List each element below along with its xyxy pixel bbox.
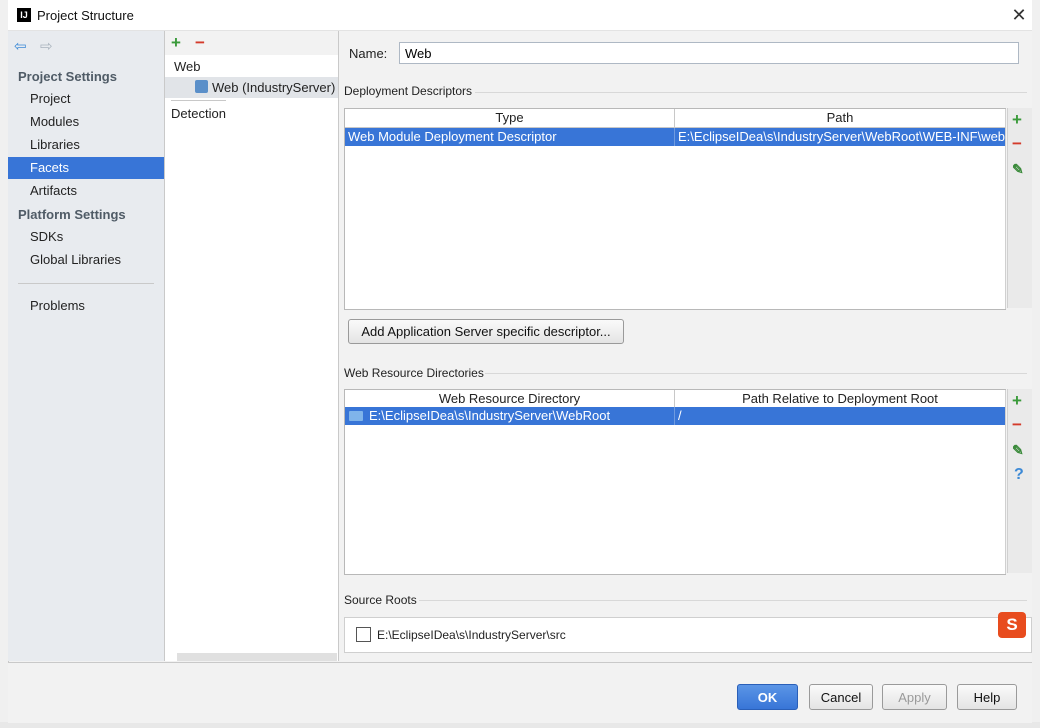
sidebar-item-problems[interactable]: Problems [8, 295, 164, 317]
back-arrow-icon[interactable]: ⇦ [14, 37, 27, 55]
descriptor-path-cell: E:\EclipseIDea\s\IndustryServer\WebRoot\… [678, 129, 1005, 144]
tree-separator [171, 100, 226, 101]
web-resource-directories-title: Web Resource Directories [344, 366, 484, 380]
source-root-path: E:\EclipseIDea\s\IndustryServer\src [377, 628, 566, 642]
window-title: Project Structure [37, 8, 134, 23]
name-input[interactable] [399, 42, 1019, 64]
tree-horizontal-scrollbar[interactable] [177, 653, 337, 661]
table-header: Type Path [345, 109, 1005, 128]
help-button[interactable]: Help [957, 684, 1017, 710]
sidebar-separator [18, 283, 154, 284]
ok-button[interactable]: OK [737, 684, 798, 710]
name-label: Name: [349, 46, 388, 61]
sidebar-item-project[interactable]: Project [8, 88, 164, 110]
column-header-relative-path[interactable]: Path Relative to Deployment Root [675, 390, 1005, 408]
tree-toolbar: + − [165, 31, 338, 55]
intellij-icon: IJ [17, 8, 31, 22]
group-divider [419, 600, 1027, 601]
resource-directory-cell: E:\EclipseIDea\s\IndustryServer\WebRoot [366, 407, 675, 425]
tree-node-web[interactable]: Web [174, 59, 201, 74]
tree-node-web-industryserver[interactable]: Web (IndustryServer) [165, 77, 338, 98]
background-app-right-edge [1032, 0, 1040, 728]
remove-descriptor-icon[interactable]: − [1012, 135, 1022, 153]
column-header-type[interactable]: Type [345, 109, 675, 127]
edit-descriptor-icon[interactable]: ✎ [1012, 160, 1024, 178]
column-header-web-resource-directory[interactable]: Web Resource Directory [345, 390, 675, 408]
web-facet-icon [195, 80, 208, 93]
source-roots-list: E:\EclipseIDea\s\IndustryServer\src [344, 617, 1032, 653]
tree-node-detection[interactable]: Detection [171, 106, 226, 121]
deployment-descriptors-table: Type Path Web Module Deployment Descript… [344, 108, 1006, 310]
title-bar: IJ Project Structure ✕ [8, 0, 1032, 31]
add-resource-directory-icon[interactable]: + [1012, 392, 1022, 410]
dialog-button-bar: OK Cancel Apply Help [8, 662, 1032, 723]
apply-button[interactable]: Apply [882, 684, 947, 710]
remove-resource-directory-icon[interactable]: − [1012, 416, 1022, 434]
project-settings-header: Project Settings [18, 69, 117, 84]
group-divider [475, 92, 1027, 93]
source-roots-title: Source Roots [344, 593, 417, 607]
add-descriptor-icon[interactable]: + [1012, 111, 1022, 129]
facet-settings-panel: Name: Deployment Descriptors Type Path W… [339, 31, 1032, 661]
descriptors-toolbar: + − ✎ [1007, 108, 1032, 308]
sidebar-item-modules[interactable]: Modules [8, 111, 164, 133]
add-facet-icon[interactable]: + [171, 34, 181, 52]
relative-path-cell: / [678, 408, 682, 423]
sidebar-item-facets[interactable]: Facets [8, 157, 164, 179]
folder-icon [349, 411, 363, 421]
source-root-checkbox[interactable] [356, 627, 371, 642]
settings-sidebar: ⇦ ⇨ Project Settings Project Modules Lib… [8, 31, 165, 661]
help-question-icon[interactable]: ? [1014, 466, 1024, 484]
sidebar-item-global-libraries[interactable]: Global Libraries [8, 249, 164, 271]
group-divider [485, 373, 1027, 374]
web-resource-directories-table: Web Resource Directory Path Relative to … [344, 389, 1006, 575]
ime-logo-icon[interactable]: S [998, 612, 1026, 638]
platform-settings-header: Platform Settings [18, 207, 126, 222]
edit-resource-directory-icon[interactable]: ✎ [1012, 441, 1024, 459]
forward-arrow-icon[interactable]: ⇨ [40, 37, 53, 55]
sidebar-item-sdks[interactable]: SDKs [8, 226, 164, 248]
sidebar-item-artifacts[interactable]: Artifacts [8, 180, 164, 202]
descriptor-type-cell: Web Module Deployment Descriptor [345, 128, 675, 146]
close-icon[interactable]: ✕ [1008, 4, 1030, 26]
table-row[interactable]: E:\EclipseIDea\s\IndustryServer\WebRoot … [345, 407, 1005, 425]
add-server-descriptor-button[interactable]: Add Application Server specific descript… [348, 319, 624, 344]
deployment-descriptors-title: Deployment Descriptors [344, 84, 473, 98]
facets-tree: + − Web Web (IndustryServer) Detection [165, 31, 339, 661]
sidebar-item-libraries[interactable]: Libraries [8, 134, 164, 156]
resource-directories-toolbar: + − ✎ ? [1007, 389, 1032, 573]
table-row[interactable]: Web Module Deployment Descriptor E:\Ecli… [345, 128, 1005, 146]
cancel-button[interactable]: Cancel [809, 684, 873, 710]
remove-facet-icon[interactable]: − [195, 34, 205, 52]
column-header-path[interactable]: Path [675, 109, 1005, 127]
tree-node-label: Web (IndustryServer) [212, 80, 336, 95]
